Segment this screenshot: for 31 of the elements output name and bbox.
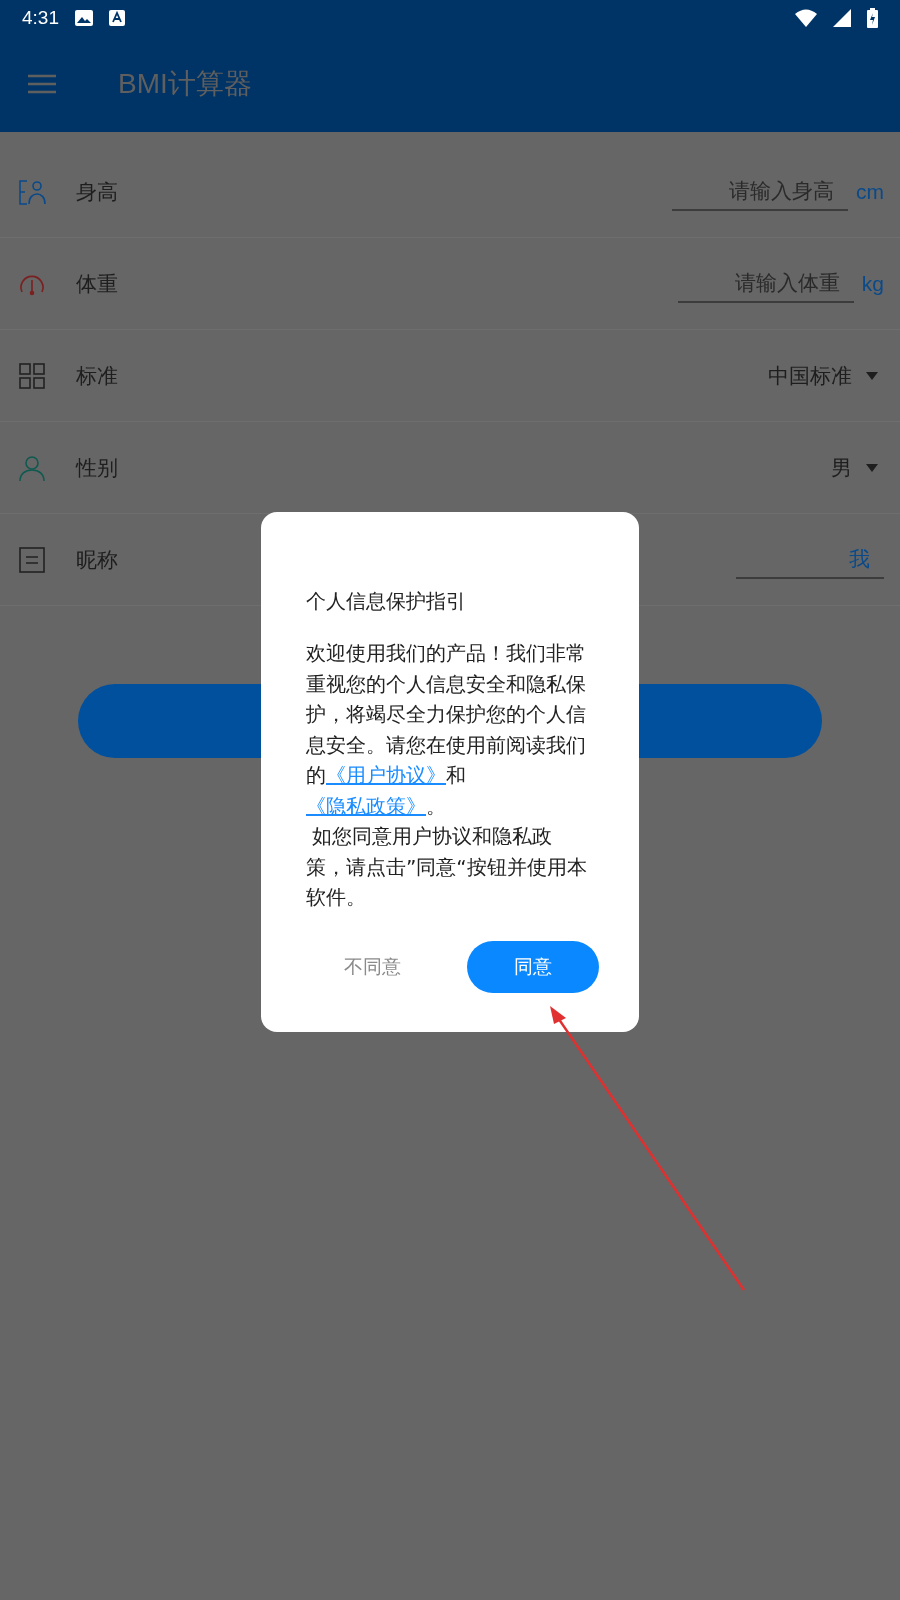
app-title: BMI计算器 — [118, 67, 252, 101]
agree-button[interactable]: 同意 — [467, 940, 599, 993]
dropdown-caret-icon — [866, 371, 878, 380]
signal-icon — [833, 9, 851, 27]
status-time: 4:31 — [22, 7, 59, 29]
disagree-button[interactable]: 不同意 — [306, 940, 438, 993]
person-icon — [18, 177, 46, 206]
policy-link[interactable]: 《用户协议》 — [326, 763, 446, 787]
input-field[interactable]: 请输入体重 — [677, 264, 854, 303]
dialog-message: 欢迎使用我们的产品！我们非常重视您的个人信息安全和隐私保护，将竭尽全力保护您的个人信息安全。请您在使用前阅读我们的《用户协议》和 《隐私政策》。 — [306, 640, 587, 820]
field-label: 身高 — [76, 178, 118, 206]
dropdown[interactable]: 中国标准 — [768, 361, 884, 390]
field-label: 昵称 — [76, 546, 118, 574]
dropdown[interactable]: 男 — [831, 453, 884, 482]
grid-icon — [18, 361, 46, 390]
input-field[interactable]: 请输入身高 — [672, 172, 848, 211]
dialog-note: 如您同意用户协议和隐私政策，请点击”同意“按钮并使用本软件。 — [306, 823, 588, 911]
user-icon — [18, 453, 46, 482]
unit-label: kg — [861, 271, 884, 296]
wifi-icon — [795, 9, 817, 27]
dialog-title: 个人信息保护指引 — [306, 588, 467, 615]
dropdown-caret-icon — [866, 463, 878, 472]
unit-label: cm — [856, 179, 884, 204]
field-label: 性别 — [76, 454, 118, 482]
field-label: 标准 — [76, 362, 118, 390]
font-icon — [109, 10, 125, 26]
policy-link[interactable]: 《隐私政策》 — [306, 793, 426, 818]
field-label: 体重 — [76, 270, 118, 298]
image-icon — [75, 10, 93, 26]
battery-icon — [867, 8, 878, 28]
document-icon — [18, 545, 46, 574]
